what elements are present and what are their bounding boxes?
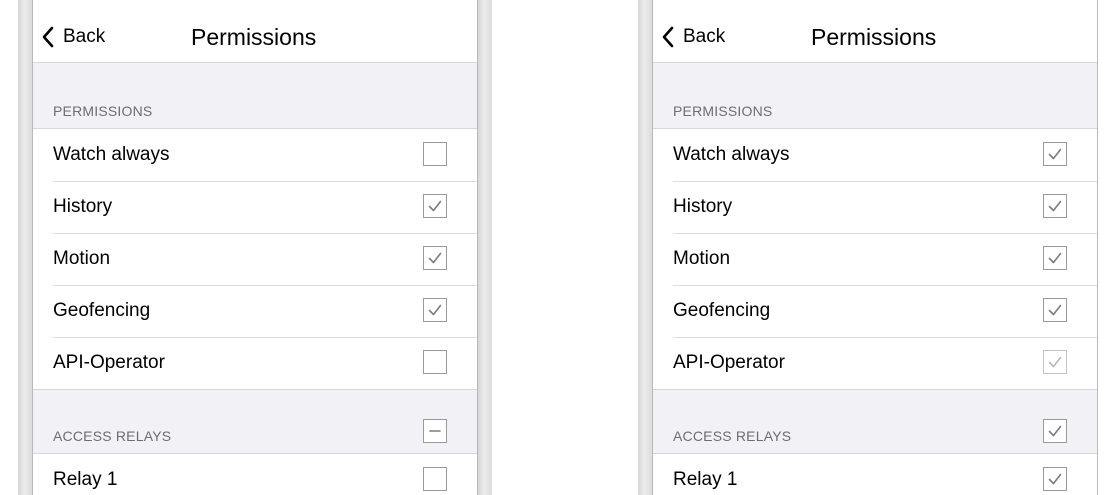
minus-icon (429, 430, 441, 432)
history-checkbox[interactable] (1043, 194, 1067, 218)
api-operator-checkbox[interactable] (423, 350, 447, 374)
page-title: Permissions (191, 24, 317, 50)
permission-row-api-operator[interactable]: API-Operator (33, 337, 477, 389)
navigation-bar: Back Permissions (653, 0, 1097, 63)
settings-list: PERMISSIONS Watch always History Motion … (653, 63, 1097, 495)
motion-checkbox[interactable] (423, 246, 447, 270)
permission-row-history[interactable]: History (33, 181, 477, 233)
row-label: API-Operator (673, 352, 785, 373)
row-label: Watch always (673, 144, 790, 165)
access-relays-select-all-checkbox[interactable] (1043, 419, 1067, 443)
back-label: Back (683, 26, 726, 47)
back-button[interactable]: Back (661, 22, 725, 52)
relays-group: Relay 1 (33, 453, 477, 495)
section-header-permissions: PERMISSIONS (53, 103, 153, 119)
section-header-access-relays: ACCESS RELAYS (53, 428, 172, 444)
watch-always-checkbox[interactable] (423, 142, 447, 166)
checkmark-icon (428, 304, 442, 316)
back-button[interactable]: Back (41, 22, 105, 52)
row-label: Watch always (53, 144, 170, 165)
row-label: Relay 1 (673, 469, 738, 490)
access-relays-select-all-checkbox[interactable] (423, 419, 447, 443)
checkmark-icon (1048, 473, 1062, 485)
motion-checkbox[interactable] (1043, 246, 1067, 270)
permissions-screen-left: Back Permissions PERMISSIONS Watch alway… (32, 0, 478, 495)
settings-list: PERMISSIONS Watch always History Motion … (33, 63, 477, 495)
permission-row-motion[interactable]: Motion (33, 233, 477, 285)
permission-row-motion[interactable]: Motion (653, 233, 1097, 285)
device-bezel-right (638, 0, 652, 495)
row-label: API-Operator (53, 352, 165, 373)
chevron-left-icon (41, 26, 55, 48)
device-bezel-left-inner (478, 0, 492, 495)
checkmark-icon (1048, 200, 1062, 212)
permissions-screen-right: Back Permissions PERMISSIONS Watch alway… (652, 0, 1098, 495)
section-header-permissions: PERMISSIONS (673, 103, 773, 119)
history-checkbox[interactable] (423, 194, 447, 218)
row-label: Geofencing (673, 300, 771, 321)
api-operator-checkbox[interactable] (1043, 350, 1067, 374)
permissions-group: Watch always History Motion Geofencing A… (653, 128, 1097, 390)
permission-row-watch-always[interactable]: Watch always (653, 129, 1097, 181)
checkmark-icon (1048, 304, 1062, 316)
watch-always-checkbox[interactable] (1043, 142, 1067, 166)
checkmark-icon (1048, 356, 1062, 368)
chevron-left-icon (661, 26, 675, 48)
page-title: Permissions (811, 24, 937, 50)
permission-row-geofencing[interactable]: Geofencing (33, 285, 477, 337)
back-label: Back (63, 26, 106, 47)
permissions-group: Watch always History Motion Geofencing A… (33, 128, 477, 390)
relay-row-1[interactable]: Relay 1 (653, 454, 1097, 495)
row-label: History (53, 196, 113, 217)
checkmark-icon (1048, 252, 1062, 264)
row-label: Relay 1 (53, 469, 118, 490)
checkmark-icon (428, 252, 442, 264)
checkmark-icon (1048, 425, 1062, 437)
permission-row-geofencing[interactable]: Geofencing (653, 285, 1097, 337)
row-label: Motion (53, 248, 111, 269)
screen-gap (492, 0, 638, 495)
relay-1-checkbox[interactable] (1043, 467, 1067, 491)
permission-row-history[interactable]: History (653, 181, 1097, 233)
relays-group: Relay 1 (653, 453, 1097, 495)
permission-row-watch-always[interactable]: Watch always (33, 129, 477, 181)
geofencing-checkbox[interactable] (1043, 298, 1067, 322)
navigation-bar: Back Permissions (33, 0, 477, 63)
relay-row-1[interactable]: Relay 1 (33, 454, 477, 495)
permission-row-api-operator[interactable]: API-Operator (653, 337, 1097, 389)
row-label: Motion (673, 248, 731, 269)
row-label: History (673, 196, 733, 217)
geofencing-checkbox[interactable] (423, 298, 447, 322)
checkmark-icon (1048, 148, 1062, 160)
checkmark-icon (428, 200, 442, 212)
device-bezel-left (18, 0, 32, 495)
section-header-access-relays: ACCESS RELAYS (673, 428, 792, 444)
relay-1-checkbox[interactable] (423, 467, 447, 491)
row-label: Geofencing (53, 300, 151, 321)
